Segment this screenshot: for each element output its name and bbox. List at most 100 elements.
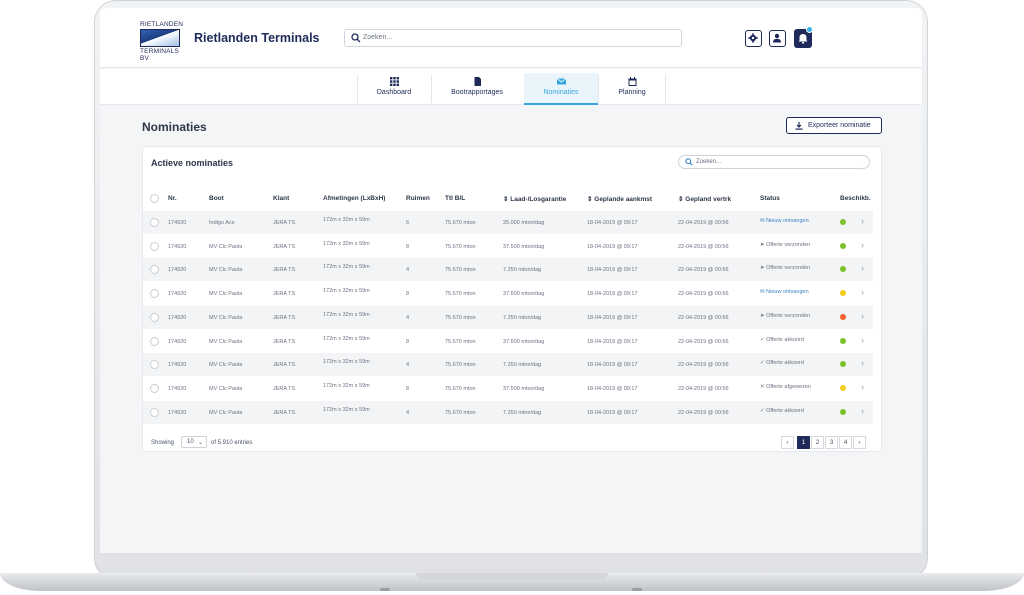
table-row[interactable]: 174920 MV Clc Paola JERA TS 172m x 32m x 59… (143, 353, 873, 377)
select-all-checkbox[interactable] (150, 194, 159, 203)
cell-ruimen: 4 (406, 267, 410, 274)
chevron-right-icon[interactable]: › (861, 263, 864, 273)
column-header-ttl-bl[interactable]: Ttl B/L (445, 195, 465, 202)
chevron-right-icon[interactable]: › (861, 287, 864, 297)
column-header-beschikbaar[interactable]: Beschikb. (840, 195, 871, 202)
column-header-klant[interactable]: Klant (273, 195, 289, 202)
cell-afmetingen: 172m x 32m x 59m (323, 359, 370, 366)
cell-ruimen: 4 (406, 409, 410, 416)
row-checkbox[interactable] (150, 383, 159, 393)
global-search-input[interactable]: Zoeken... (344, 29, 682, 47)
per-page-value: 10 (187, 439, 194, 445)
table-row[interactable]: 174920 Indigo Ace JERA TS 172m x 32m x 59m 6… (143, 211, 873, 234)
column-header-status[interactable]: Status (760, 195, 780, 202)
page-4-button[interactable]: 4 (839, 436, 852, 449)
chevron-right-icon[interactable]: › (861, 382, 864, 392)
row-checkbox[interactable] (150, 336, 159, 346)
download-icon (795, 122, 803, 130)
status-label: Nieuw ontvangen (766, 289, 809, 296)
status-label: Offerte verzonden (766, 312, 811, 319)
cell-vertrek: 22-04-2019 @ 00:56 (678, 267, 729, 274)
column-header-garantie[interactable]: ⇕ Laad-/Losgarantie (503, 195, 566, 203)
table-row[interactable]: 174920 MV Clc Paola JERA TS 172m x 32m x 59… (143, 235, 873, 258)
status-cell: ✓ Offerte akkoord (760, 360, 804, 366)
tab-label: Planning (618, 89, 646, 96)
per-page-select[interactable]: 10 ⌄ (181, 436, 207, 448)
tab-nominaties[interactable]: Nominaties (524, 73, 598, 105)
page-1-button[interactable]: 1 (797, 436, 810, 449)
cell-vertrek: 22-04-2019 @ 00:56 (678, 220, 729, 226)
cell-nr: 174920 (168, 243, 187, 250)
tab-dashboard[interactable]: Dashboard (358, 73, 430, 105)
column-header-afmetingen[interactable]: Afmetingen (LxBxH) (323, 195, 385, 202)
next-page-button[interactable]: › (853, 436, 866, 449)
row-checkbox[interactable] (150, 265, 159, 275)
table-row[interactable]: 174920 MV Clc Paola JERA TS 172m x 32m x 59… (143, 377, 873, 400)
availability-indicator (840, 361, 846, 368)
chevron-down-icon: ⌄ (197, 440, 203, 446)
profile-button[interactable] (769, 30, 786, 47)
table-row[interactable]: 174920 MV Clc Paola JERA TS 172m x 32m x 59… (143, 330, 873, 353)
cell-vertrek: 22-04-2019 @ 00:56 (678, 291, 729, 298)
table-row[interactable]: 174920 MV Clc Paola JERA TS 172m x 32m x 59… (143, 282, 873, 305)
envelope-icon (556, 78, 566, 85)
cell-afmetingen: 172m x 32m x 59m (323, 264, 370, 271)
chevron-right-icon[interactable]: › (861, 406, 864, 416)
previous-page-button[interactable]: ‹ (781, 436, 794, 449)
column-header-vertrek[interactable]: ⇕ Gepland vertrk (678, 195, 731, 203)
nav-divider (665, 75, 666, 103)
column-header-nr[interactable]: Nr. (168, 195, 177, 202)
cell-boot: MV Clc Paola (209, 362, 243, 369)
cell-garantie: 25.000 mton/dag (503, 220, 545, 226)
settings-button[interactable] (745, 30, 762, 47)
cell-ttl-bl: 75.670 mton (445, 385, 476, 392)
chevron-right-icon[interactable]: › (861, 240, 864, 250)
page-2-button[interactable]: 2 (811, 436, 824, 449)
cell-afmetingen: 172m x 32m x 59m (323, 311, 370, 318)
row-checkbox[interactable] (150, 289, 159, 299)
chevron-right-icon[interactable]: › (861, 358, 864, 368)
column-header-label: Laad-/Losgarantie (510, 196, 567, 203)
table-search-input[interactable]: Zoeken... (678, 155, 870, 169)
availability-indicator (840, 219, 846, 225)
tab-bootrapportages[interactable]: Bootrapportages (432, 73, 522, 105)
chevron-right-icon[interactable]: › (861, 311, 864, 321)
table-row[interactable]: 174920 MV Clc Paola JERA TS 172m x 32m x 59… (143, 400, 873, 424)
cell-nr: 174920 (168, 385, 187, 392)
cell-vertrek: 22-04-2019 @ 00:56 (678, 362, 729, 369)
tab-label: Bootrapportages (451, 89, 503, 96)
main-nav: Dashboard Bootrapportages Nominaties Pla… (100, 69, 922, 105)
column-header-aankomst[interactable]: ⇕ Geplande aankmst (587, 195, 652, 203)
cell-garantie: 37.500 mton/dag (503, 385, 545, 392)
column-header-ruimen[interactable]: Ruimen (406, 195, 430, 202)
status-cell: ✉ Nieuw ontvangen (760, 218, 809, 224)
row-checkbox[interactable] (150, 218, 159, 227)
status-cell: ✓ Offerte akkoord (760, 408, 804, 414)
page-3-button[interactable]: 3 (825, 436, 838, 449)
row-checkbox[interactable] (150, 407, 159, 417)
table-row[interactable]: 174920 MV Clc Paola JERA TS 172m x 32m x 59… (143, 258, 873, 282)
availability-indicator (840, 242, 846, 249)
chevron-right-icon[interactable]: › (861, 335, 864, 345)
row-checkbox[interactable] (150, 312, 159, 322)
cell-ttl-bl: 75.670 mton (445, 314, 476, 321)
availability-indicator (840, 266, 846, 273)
chevron-right-icon[interactable]: › (861, 216, 864, 226)
cell-klant: JERA TS (273, 409, 296, 416)
tab-planning[interactable]: Planning (599, 73, 665, 105)
calendar-icon (628, 77, 636, 86)
cell-garantie: 37.500 mton/dag (503, 338, 545, 345)
tab-label: Dashboard (376, 89, 412, 96)
cell-nr: 174920 (168, 220, 187, 226)
cell-ttl-bl: 75.670 mton (445, 267, 476, 274)
status-cell: ✕ Offerte afgewezen (760, 384, 811, 390)
table-row[interactable]: 174920 MV Clc Paola JERA TS 172m x 32m x 59… (143, 305, 873, 329)
cell-nr: 174920 (168, 267, 187, 274)
row-checkbox[interactable] (150, 360, 159, 370)
card-title: Actieve nominaties (151, 158, 234, 168)
column-header-boot[interactable]: Boot (209, 195, 224, 202)
status-label: Offerte akkoord (766, 407, 804, 414)
row-checkbox[interactable] (150, 241, 159, 251)
export-nomination-button[interactable]: Exporteer nominatie (786, 117, 882, 134)
company-logo[interactable]: RIETLANDEN TERMINALS BV (140, 21, 183, 62)
